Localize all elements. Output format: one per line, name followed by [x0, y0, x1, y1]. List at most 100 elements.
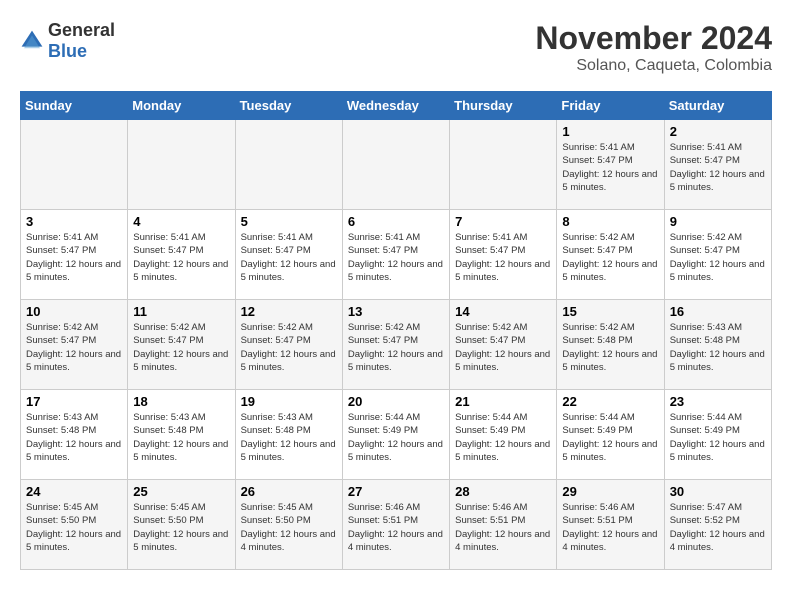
day-info: Sunrise: 5:45 AM Sunset: 5:50 PM Dayligh… [241, 501, 337, 554]
logo-general: General [48, 20, 115, 40]
day-number: 21 [455, 394, 551, 409]
day-number: 13 [348, 304, 444, 319]
table-row [128, 120, 235, 210]
location: Solano, Caqueta, Colombia [535, 57, 772, 75]
table-row: 6 Sunrise: 5:41 AM Sunset: 5:47 PM Daylig… [342, 210, 449, 300]
table-row: 25 Sunrise: 5:45 AM Sunset: 5:50 PM Dayli… [128, 480, 235, 570]
day-number: 30 [670, 484, 766, 499]
day-number: 1 [562, 124, 658, 139]
table-row: 13 Sunrise: 5:42 AM Sunset: 5:47 PM Dayli… [342, 300, 449, 390]
day-number: 19 [241, 394, 337, 409]
day-info: Sunrise: 5:46 AM Sunset: 5:51 PM Dayligh… [455, 501, 551, 554]
table-row: 29Sunrise: 5:46 AM Sunset: 5:51 PM Dayli… [557, 480, 664, 570]
table-row [235, 120, 342, 210]
day-number: 24 [26, 484, 122, 499]
title-area: November 2024 Solano, Caqueta, Colombia [535, 20, 772, 75]
day-info: Sunrise: 5:42 AM Sunset: 5:47 PM Dayligh… [133, 321, 229, 374]
month-title: November 2024 [535, 20, 772, 57]
table-row: 16 Sunrise: 5:43 AM Sunset: 5:48 PM Dayli… [664, 300, 771, 390]
day-number: 3 [26, 214, 122, 229]
day-number: 25 [133, 484, 229, 499]
table-row: 1 Sunrise: 5:41 AM Sunset: 5:47 PM Daylig… [557, 120, 664, 210]
day-info: Sunrise: 5:43 AM Sunset: 5:48 PM Dayligh… [241, 411, 337, 464]
table-row: 28Sunrise: 5:46 AM Sunset: 5:51 PM Dayli… [450, 480, 557, 570]
day-info: Sunrise: 5:44 AM Sunset: 5:49 PM Dayligh… [348, 411, 444, 464]
header-monday: Monday [128, 92, 235, 120]
day-info: Sunrise: 5:44 AM Sunset: 5:49 PM Dayligh… [670, 411, 766, 464]
day-number: 12 [241, 304, 337, 319]
table-row [450, 120, 557, 210]
table-row: 5 Sunrise: 5:41 AM Sunset: 5:47 PM Daylig… [235, 210, 342, 300]
day-info: Sunrise: 5:45 AM Sunset: 5:50 PM Dayligh… [133, 501, 229, 554]
logo-blue: Blue [48, 41, 87, 61]
day-info: Sunrise: 5:41 AM Sunset: 5:47 PM Dayligh… [670, 141, 766, 194]
table-row: 15 Sunrise: 5:42 AM Sunset: 5:48 PM Dayli… [557, 300, 664, 390]
day-number: 14 [455, 304, 551, 319]
table-row: 22 Sunrise: 5:44 AM Sunset: 5:49 PM Dayli… [557, 390, 664, 480]
header-thursday: Thursday [450, 92, 557, 120]
table-row: 27 Sunrise: 5:46 AM Sunset: 5:51 PM Dayli… [342, 480, 449, 570]
day-info: Sunrise: 5:42 AM Sunset: 5:47 PM Dayligh… [348, 321, 444, 374]
week-row-5: 24 Sunrise: 5:45 AM Sunset: 5:50 PM Dayli… [21, 480, 772, 570]
header-tuesday: Tuesday [235, 92, 342, 120]
calendar-header-row: SundayMondayTuesdayWednesdayThursdayFrid… [21, 92, 772, 120]
day-info: Sunrise: 5:46 AM Sunset: 5:51 PM Dayligh… [562, 501, 658, 554]
header-friday: Friday [557, 92, 664, 120]
day-info: Sunrise: 5:42 AM Sunset: 5:47 PM Dayligh… [455, 321, 551, 374]
day-number: 6 [348, 214, 444, 229]
day-info: Sunrise: 5:41 AM Sunset: 5:47 PM Dayligh… [562, 141, 658, 194]
day-info: Sunrise: 5:45 AM Sunset: 5:50 PM Dayligh… [26, 501, 122, 554]
table-row: 3 Sunrise: 5:41 AM Sunset: 5:47 PM Daylig… [21, 210, 128, 300]
day-info: Sunrise: 5:41 AM Sunset: 5:47 PM Dayligh… [26, 231, 122, 284]
day-number: 8 [562, 214, 658, 229]
day-info: Sunrise: 5:42 AM Sunset: 5:47 PM Dayligh… [241, 321, 337, 374]
table-row [342, 120, 449, 210]
table-row: 17 Sunrise: 5:43 AM Sunset: 5:48 PM Dayli… [21, 390, 128, 480]
day-info: Sunrise: 5:42 AM Sunset: 5:47 PM Dayligh… [26, 321, 122, 374]
day-number: 16 [670, 304, 766, 319]
day-number: 23 [670, 394, 766, 409]
day-number: 15 [562, 304, 658, 319]
table-row: 26 Sunrise: 5:45 AM Sunset: 5:50 PM Dayli… [235, 480, 342, 570]
day-info: Sunrise: 5:42 AM Sunset: 5:47 PM Dayligh… [562, 231, 658, 284]
day-number: 10 [26, 304, 122, 319]
day-info: Sunrise: 5:41 AM Sunset: 5:47 PM Dayligh… [241, 231, 337, 284]
table-row: 24 Sunrise: 5:45 AM Sunset: 5:50 PM Dayli… [21, 480, 128, 570]
table-row: 9Sunrise: 5:42 AM Sunset: 5:47 PM Daylig… [664, 210, 771, 300]
table-row: 19 Sunrise: 5:43 AM Sunset: 5:48 PM Dayli… [235, 390, 342, 480]
day-number: 26 [241, 484, 337, 499]
day-number: 18 [133, 394, 229, 409]
table-row: 12 Sunrise: 5:42 AM Sunset: 5:47 PM Dayli… [235, 300, 342, 390]
logo-icon [20, 29, 44, 53]
week-row-3: 10 Sunrise: 5:42 AM Sunset: 5:47 PM Dayli… [21, 300, 772, 390]
table-row: 30Sunrise: 5:47 AM Sunset: 5:52 PM Dayli… [664, 480, 771, 570]
day-info: Sunrise: 5:42 AM Sunset: 5:48 PM Dayligh… [562, 321, 658, 374]
day-number: 27 [348, 484, 444, 499]
day-info: Sunrise: 5:43 AM Sunset: 5:48 PM Dayligh… [670, 321, 766, 374]
table-row [21, 120, 128, 210]
table-row: 11 Sunrise: 5:42 AM Sunset: 5:47 PM Dayli… [128, 300, 235, 390]
day-info: Sunrise: 5:41 AM Sunset: 5:47 PM Dayligh… [455, 231, 551, 284]
day-number: 11 [133, 304, 229, 319]
day-number: 5 [241, 214, 337, 229]
day-info: Sunrise: 5:46 AM Sunset: 5:51 PM Dayligh… [348, 501, 444, 554]
day-info: Sunrise: 5:41 AM Sunset: 5:47 PM Dayligh… [348, 231, 444, 284]
logo: General Blue [20, 20, 115, 62]
day-number: 22 [562, 394, 658, 409]
calendar-table: SundayMondayTuesdayWednesdayThursdayFrid… [20, 91, 772, 570]
header-sunday: Sunday [21, 92, 128, 120]
day-info: Sunrise: 5:44 AM Sunset: 5:49 PM Dayligh… [455, 411, 551, 464]
table-row: 8 Sunrise: 5:42 AM Sunset: 5:47 PM Daylig… [557, 210, 664, 300]
day-number: 17 [26, 394, 122, 409]
logo-text: General Blue [48, 20, 115, 62]
table-row: 18 Sunrise: 5:43 AM Sunset: 5:48 PM Dayli… [128, 390, 235, 480]
header-wednesday: Wednesday [342, 92, 449, 120]
week-row-4: 17 Sunrise: 5:43 AM Sunset: 5:48 PM Dayli… [21, 390, 772, 480]
day-info: Sunrise: 5:43 AM Sunset: 5:48 PM Dayligh… [133, 411, 229, 464]
day-info: Sunrise: 5:41 AM Sunset: 5:47 PM Dayligh… [133, 231, 229, 284]
day-info: Sunrise: 5:44 AM Sunset: 5:49 PM Dayligh… [562, 411, 658, 464]
week-row-2: 3 Sunrise: 5:41 AM Sunset: 5:47 PM Daylig… [21, 210, 772, 300]
table-row: 20Sunrise: 5:44 AM Sunset: 5:49 PM Dayli… [342, 390, 449, 480]
day-number: 2 [670, 124, 766, 139]
day-info: Sunrise: 5:43 AM Sunset: 5:48 PM Dayligh… [26, 411, 122, 464]
